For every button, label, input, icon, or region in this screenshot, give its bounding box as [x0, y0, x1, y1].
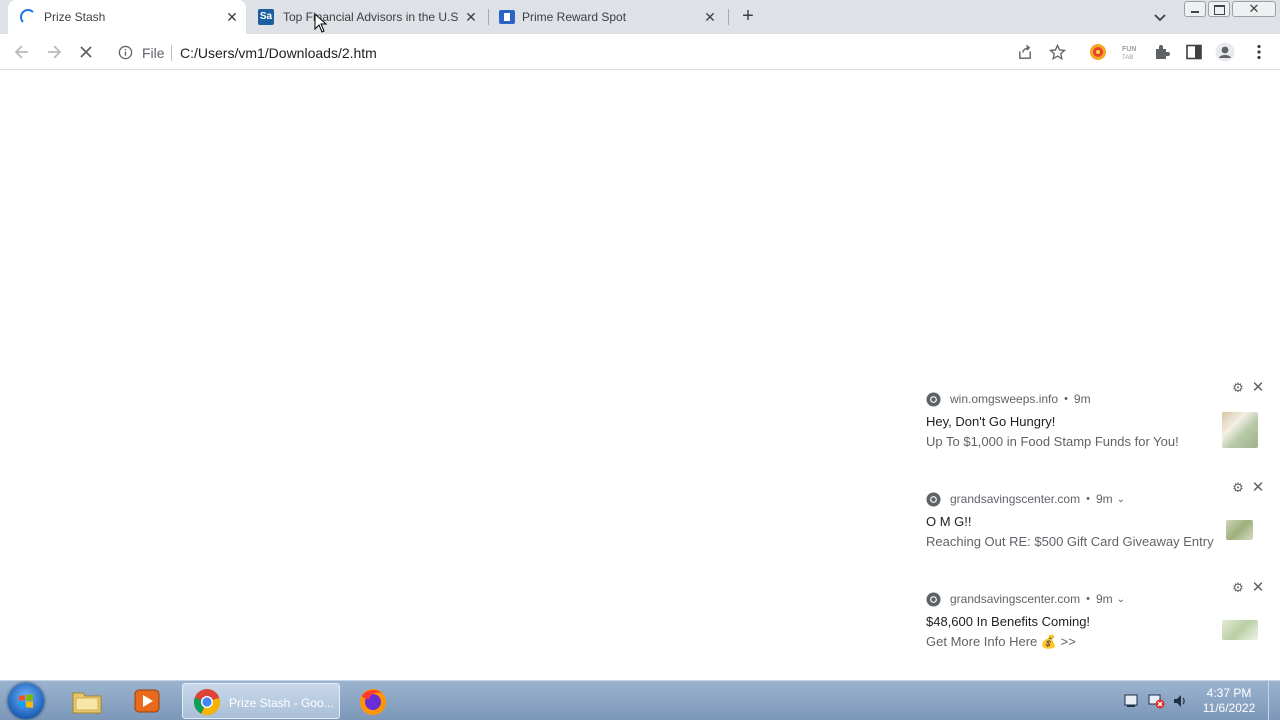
bookmark-star-icon[interactable]	[1049, 44, 1066, 61]
notification-header: win.omgsweeps.info • 9m	[926, 390, 1091, 408]
notification-source: win.omgsweeps.info	[950, 392, 1059, 406]
browser-menu-icon[interactable]	[1250, 43, 1268, 61]
volume-icon[interactable]	[1172, 693, 1188, 709]
notification-settings-gear-icon[interactable]: ⚙	[1231, 381, 1245, 395]
share-icon[interactable]	[1017, 44, 1034, 61]
clock-time: 4:37 PM	[1206, 686, 1252, 700]
money-thumbnail-icon	[1222, 620, 1258, 640]
notification-body: Get More Info Here 💰 >>	[926, 634, 1076, 649]
profile-avatar-icon[interactable]	[1215, 42, 1235, 62]
notification-header: grandsavingscenter.com • 9m ⌄	[926, 590, 1125, 608]
separator-dot: •	[1086, 493, 1090, 505]
tab-strip: Prize Stash ✕ Sa Top Financial Advisors …	[0, 0, 1280, 34]
tab-title: Top Financial Advisors in the U.S.	[283, 10, 459, 24]
tab-close-icon[interactable]: ✕	[702, 9, 718, 25]
notification-close-icon[interactable]: ✕	[1251, 380, 1265, 395]
firefox-icon	[360, 689, 386, 715]
maximize-button[interactable]	[1208, 1, 1230, 17]
back-button[interactable]	[12, 42, 32, 62]
info-icon[interactable]	[118, 45, 133, 60]
start-button[interactable]	[8, 683, 44, 719]
extension-colorful-icon[interactable]	[1089, 43, 1107, 61]
screen: { "browser": { "tabs": [ {"title": "Priz…	[0, 0, 1280, 720]
expand-chevron-icon[interactable]: ⌄	[1117, 494, 1125, 505]
extensions-puzzle-icon[interactable]	[1153, 43, 1171, 61]
close-icon: ✕	[1248, 1, 1260, 16]
notification-close-icon[interactable]: ✕	[1251, 480, 1265, 495]
notification-card[interactable]: win.omgsweeps.info • 9m ⚙ ✕ Hey, Don't G…	[912, 380, 1280, 480]
notification-card[interactable]: grandsavingscenter.com • 9m ⌄ ⚙ ✕ $48,60…	[912, 580, 1280, 680]
notification-title: $48,600 In Benefits Coming!	[926, 614, 1091, 629]
food-thumbnail-icon	[1222, 412, 1258, 448]
windows-logo-icon	[19, 694, 33, 708]
mouse-cursor-icon	[314, 13, 328, 33]
scheme-label: File	[142, 45, 165, 61]
page-content-area	[0, 71, 1280, 680]
chrome-icon	[926, 591, 941, 607]
svg-text:FUN: FUN	[1122, 46, 1136, 53]
back-arrow-icon	[14, 45, 28, 59]
taskbar-chrome-prize-stash[interactable]: Prize Stash - Goo...	[182, 683, 340, 719]
notification-body: Up To $1,000 in Food Stamp Funds for You…	[926, 434, 1179, 449]
address-bar[interactable]: File C:/Users/vm1/Downloads/2.htm	[108, 38, 1078, 66]
tab-search-chevron-icon[interactable]	[1152, 9, 1168, 25]
tab-title: Prime Reward Spot	[522, 10, 627, 24]
gift-card-thumbnail-icon	[1226, 520, 1253, 540]
sa-favicon-icon: Sa	[258, 9, 274, 25]
notification-card[interactable]: grandsavingscenter.com • 9m ⌄ ⚙ ✕ O M G!…	[912, 480, 1280, 580]
tab-close-icon[interactable]: ✕	[463, 9, 479, 25]
tab-close-icon[interactable]: ✕	[224, 9, 240, 25]
url-text[interactable]: C:/Users/vm1/Downloads/2.htm	[180, 45, 377, 61]
chrome-icon	[926, 491, 941, 507]
svg-text:TAB: TAB	[1122, 55, 1133, 61]
address-divider	[171, 45, 172, 61]
tab-financial-advisors[interactable]: Sa Top Financial Advisors in the U.S. ✕	[248, 0, 488, 34]
show-desktop-button[interactable]	[1268, 681, 1280, 720]
media-player-icon	[134, 689, 160, 713]
expand-chevron-icon[interactable]: ⌄	[1117, 594, 1125, 605]
notification-age: 9m	[1095, 592, 1113, 606]
stop-x-icon	[80, 46, 92, 58]
window-close-button[interactable]: ✕	[1232, 1, 1276, 17]
fun-extension-icon[interactable]: FUN TAB	[1121, 43, 1139, 61]
taskbar-explorer[interactable]	[66, 683, 108, 719]
taskbar: Prize Stash - Goo... 4:37 PM 11/6/2022	[0, 680, 1280, 720]
chrome-icon	[926, 391, 941, 407]
new-tab-button[interactable]: +	[737, 6, 759, 28]
notification-header: grandsavingscenter.com • 9m ⌄	[926, 490, 1125, 508]
notification-age: 9m	[1073, 392, 1091, 406]
separator-dot: •	[1064, 393, 1068, 405]
notification-settings-gear-icon[interactable]: ⚙	[1231, 481, 1245, 495]
loading-spinner-icon	[20, 9, 36, 25]
stop-loading-button[interactable]	[76, 42, 96, 62]
taskbar-app-label: Prize Stash - Goo...	[229, 696, 334, 710]
taskbar-media-player[interactable]	[126, 683, 168, 719]
tab-title: Prize Stash	[44, 10, 106, 24]
notification-title: O M G!!	[926, 514, 972, 529]
separator-dot: •	[1086, 593, 1090, 605]
forward-button[interactable]	[44, 42, 64, 62]
taskbar-firefox[interactable]	[352, 683, 394, 719]
folder-icon	[72, 692, 102, 714]
notification-body: Reaching Out RE: $500 Gift Card Giveaway…	[926, 534, 1214, 549]
notification-source: grandsavingscenter.com	[950, 592, 1081, 606]
notification-close-icon[interactable]: ✕	[1251, 580, 1265, 595]
clock-date: 11/6/2022	[1202, 701, 1256, 715]
chrome-icon	[193, 689, 221, 716]
notification-settings-gear-icon[interactable]: ⚙	[1231, 581, 1245, 595]
taskbar-clock[interactable]: 4:37 PM 11/6/2022	[1196, 686, 1262, 716]
network-error-icon[interactable]	[1147, 693, 1165, 709]
minimize-button[interactable]	[1184, 1, 1206, 17]
forward-arrow-icon	[48, 45, 62, 59]
action-center-icon[interactable]	[1123, 693, 1139, 709]
tab-prime-reward[interactable]: Prime Reward Spot ✕	[489, 0, 729, 34]
tab-prize-stash[interactable]: Prize Stash ✕	[8, 0, 246, 34]
tab-divider	[728, 9, 729, 25]
notification-title: Hey, Don't Go Hungry!	[926, 414, 1056, 429]
notification-age: 9m	[1095, 492, 1113, 506]
browser-toolbar: File C:/Users/vm1/Downloads/2.htm FUN TA…	[0, 34, 1280, 70]
notification-source: grandsavingscenter.com	[950, 492, 1081, 506]
side-panel-icon[interactable]	[1185, 43, 1203, 61]
prime-reward-favicon-icon	[499, 10, 515, 24]
